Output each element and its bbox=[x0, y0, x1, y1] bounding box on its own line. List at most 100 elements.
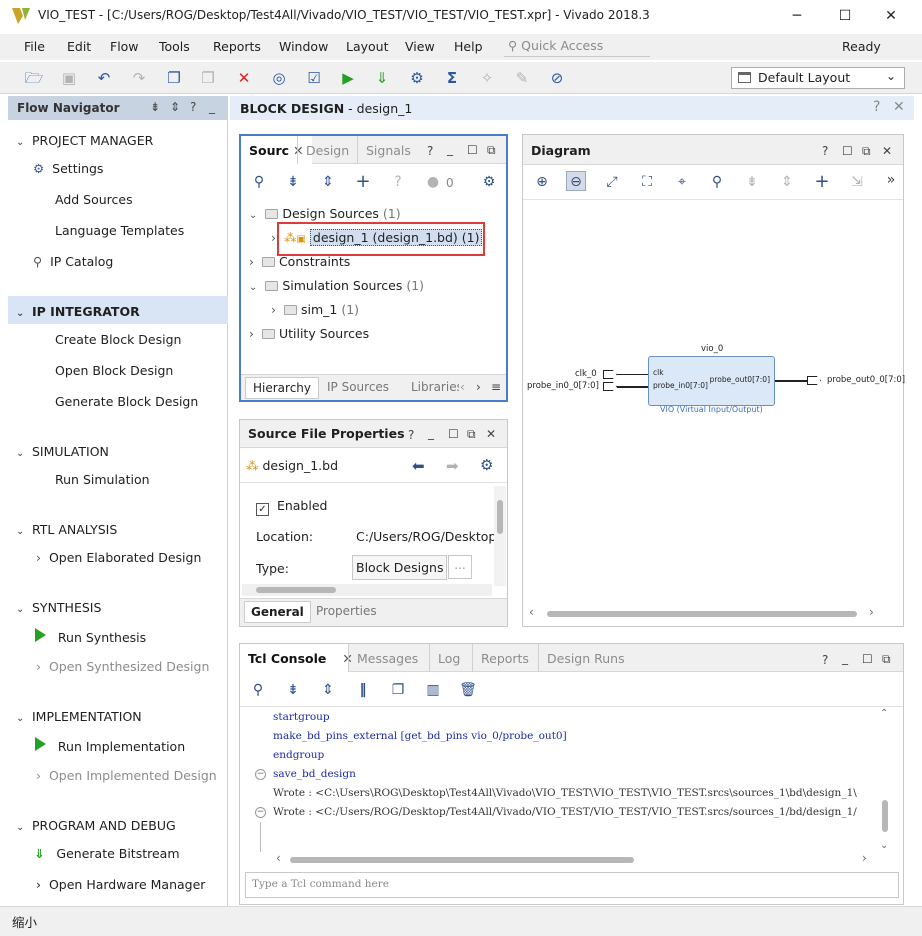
help-icon[interactable]: ? bbox=[822, 144, 828, 158]
find-icon[interactable]: ◎ bbox=[267, 66, 291, 90]
sigma-icon[interactable]: Σ bbox=[440, 66, 464, 90]
help-icon[interactable]: ? bbox=[427, 144, 433, 158]
connection-icon[interactable]: ⇲ bbox=[847, 172, 867, 192]
pen-icon[interactable]: ✎ bbox=[510, 66, 534, 90]
scroll-thumb[interactable] bbox=[882, 800, 888, 832]
more-button[interactable]: ... bbox=[448, 555, 472, 579]
table-icon[interactable]: ▥ bbox=[423, 680, 443, 700]
float-panel-icon[interactable]: ⧉ bbox=[862, 144, 871, 159]
zoom-out-icon[interactable]: ⊖ bbox=[566, 171, 586, 191]
chevron-down-icon[interactable]: ⌄ bbox=[880, 840, 888, 851]
undo-icon[interactable]: ↶ bbox=[92, 66, 116, 90]
save-icon[interactable]: ▣ bbox=[57, 66, 81, 90]
nav-settings[interactable]: ⚙ Settings bbox=[33, 161, 103, 176]
nav-open-block-design[interactable]: Open Block Design bbox=[55, 363, 173, 378]
info-icon[interactable]: ? bbox=[388, 172, 408, 192]
search-icon[interactable]: ⚲ bbox=[249, 172, 269, 192]
section-synthesis[interactable]: ⌄ SYNTHESIS bbox=[16, 600, 101, 615]
crosshair-icon[interactable]: ⌖ bbox=[672, 172, 692, 192]
scroll-thumb[interactable] bbox=[290, 857, 634, 863]
nav-run-simulation[interactable]: Run Simulation bbox=[55, 472, 150, 487]
zoom-fit-icon[interactable]: ⤢ bbox=[602, 172, 622, 192]
menu-help[interactable]: Help bbox=[454, 39, 483, 54]
forward-arrow-icon[interactable]: ➡ bbox=[446, 457, 459, 475]
restore-panel-icon[interactable]: ☐ bbox=[467, 143, 478, 157]
menu-file[interactable]: File bbox=[24, 39, 45, 54]
vertical-scrollbar[interactable] bbox=[494, 486, 506, 586]
tool-off-icon[interactable]: ⊘ bbox=[545, 66, 569, 90]
quick-access-input[interactable]: ⚲ Quick Access bbox=[504, 35, 650, 57]
chevron-left-icon[interactable]: ‹ bbox=[529, 605, 534, 619]
close-icon[interactable]: ✕ bbox=[486, 427, 496, 441]
zoom-in-icon[interactable]: ⊕ bbox=[532, 172, 552, 192]
chevron-right-icon[interactable]: › bbox=[476, 380, 481, 394]
nav-open-synthesized-design[interactable]: › Open Synthesized Design bbox=[36, 659, 209, 674]
tab-signals[interactable]: Signals bbox=[357, 136, 419, 164]
section-project-manager[interactable]: ⌄ PROJECT MANAGER bbox=[16, 133, 153, 148]
tree-constraints[interactable]: › Constraints bbox=[249, 254, 350, 269]
minimize-panel-icon[interactable]: _ bbox=[209, 100, 215, 114]
help-icon[interactable]: ? bbox=[190, 100, 196, 114]
section-implementation[interactable]: ⌄ IMPLEMENTATION bbox=[16, 709, 142, 724]
fold-icon[interactable]: − bbox=[255, 769, 266, 780]
horizontal-scrollbar[interactable] bbox=[242, 584, 492, 596]
tab-design-runs[interactable]: Design Runs bbox=[538, 644, 633, 672]
collapse-all-icon[interactable]: ⇟ bbox=[283, 172, 303, 192]
tab-reports[interactable]: Reports bbox=[472, 644, 537, 672]
enabled-checkbox[interactable]: ✓ Enabled bbox=[256, 498, 327, 516]
menu-view[interactable]: View bbox=[405, 39, 435, 54]
chevron-right-icon[interactable]: › bbox=[862, 851, 867, 865]
more-tools-icon[interactable]: » bbox=[881, 170, 901, 190]
help-icon[interactable]: ? bbox=[873, 99, 880, 115]
tab-hierarchy[interactable]: Hierarchy bbox=[245, 377, 320, 399]
menu-window[interactable]: Window bbox=[279, 39, 328, 54]
maximize-button[interactable]: ☐ bbox=[830, 4, 860, 28]
layout-select[interactable]: Default Layout ⌄ bbox=[731, 67, 905, 89]
close-button[interactable]: ✕ bbox=[876, 4, 906, 28]
wand-icon[interactable]: ✧ bbox=[475, 66, 499, 90]
chevron-left-icon[interactable]: ‹ bbox=[460, 380, 465, 394]
copy-icon[interactable]: ❐ bbox=[162, 66, 186, 90]
zoom-area-icon[interactable]: ⛶ bbox=[637, 172, 657, 192]
bitstream-icon[interactable]: ⇓ bbox=[370, 66, 394, 90]
menu-reports[interactable]: Reports bbox=[213, 39, 261, 54]
minimize-panel-icon[interactable]: _ bbox=[428, 426, 434, 440]
tab-properties[interactable]: Properties bbox=[316, 604, 377, 618]
trash-icon[interactable]: 🗑 bbox=[458, 680, 478, 700]
minimize-panel-icon[interactable]: _ bbox=[842, 651, 848, 665]
tree-design-sources[interactable]: ⌄ Design Sources (1) bbox=[249, 206, 401, 221]
float-panel-icon[interactable]: ⧉ bbox=[882, 652, 891, 667]
settings-gear-icon[interactable]: ⚙ bbox=[405, 66, 429, 90]
tab-design[interactable]: Design bbox=[297, 136, 357, 164]
minimize-button[interactable]: ─ bbox=[782, 4, 812, 28]
collapse-all-icon[interactable]: ⇟ bbox=[150, 100, 160, 114]
port-probe-in[interactable] bbox=[603, 382, 617, 391]
menu-layout[interactable]: Layout bbox=[346, 39, 389, 54]
copy-icon[interactable]: ❐ bbox=[388, 680, 408, 700]
redo-icon[interactable]: ↷ bbox=[127, 66, 151, 90]
section-rtl-analysis[interactable]: ⌄ RTL ANALYSIS bbox=[16, 522, 117, 537]
expand-all-icon[interactable]: ⇕ bbox=[318, 172, 338, 192]
scroll-thumb[interactable] bbox=[497, 500, 503, 534]
tab-messages[interactable]: Messages bbox=[348, 644, 426, 672]
nav-language-templates[interactable]: Language Templates bbox=[55, 223, 184, 238]
help-icon[interactable]: ? bbox=[408, 428, 414, 442]
menu-flow[interactable]: Flow bbox=[110, 39, 139, 54]
search-icon[interactable]: ⚲ bbox=[707, 172, 727, 192]
chevron-right-icon[interactable]: › bbox=[869, 605, 874, 619]
horizontal-scrollbar[interactable]: ‹ › bbox=[274, 851, 874, 866]
scroll-thumb[interactable] bbox=[256, 587, 336, 593]
add-ip-icon[interactable]: + bbox=[812, 172, 832, 192]
tab-general[interactable]: General bbox=[244, 601, 311, 623]
open-project-icon[interactable]: 🗁 bbox=[22, 66, 46, 90]
section-program-and-debug[interactable]: ⌄ PROGRAM AND DEBUG bbox=[16, 818, 176, 833]
vio-block[interactable]: clk probe_in0[7:0] probe_out0[7:0] bbox=[648, 356, 775, 406]
restore-panel-icon[interactable]: ☐ bbox=[448, 427, 459, 441]
check-icon[interactable]: ☑ bbox=[302, 66, 326, 90]
expand-all-icon[interactable]: ⇕ bbox=[777, 172, 797, 192]
nav-run-synthesis[interactable]: Run Synthesis bbox=[35, 628, 146, 645]
horizontal-scrollbar[interactable]: ‹ › bbox=[527, 605, 881, 620]
delete-icon[interactable]: ✕ bbox=[232, 66, 256, 90]
nav-open-hardware-manager[interactable]: › Open Hardware Manager bbox=[36, 877, 205, 892]
paste-icon[interactable]: ❐ bbox=[196, 66, 220, 90]
